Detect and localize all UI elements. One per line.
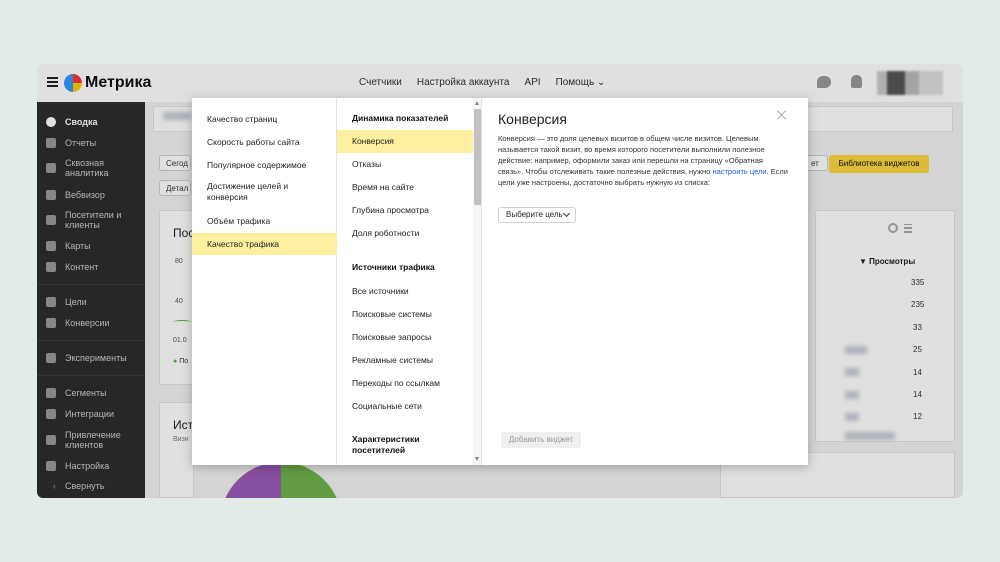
category-site-speed[interactable]: Скорость работы сайта: [192, 135, 337, 149]
widget-bounces[interactable]: Отказы: [337, 157, 473, 171]
widget-robots[interactable]: Доля роботности: [337, 226, 473, 240]
widget-all-sources[interactable]: Все источники: [337, 284, 473, 298]
scrollbar-thumb[interactable]: [474, 109, 481, 205]
widget-title: Конверсия: [498, 111, 567, 127]
widget-search-queries[interactable]: Поисковые запросы: [337, 330, 473, 344]
category-column: Качество страниц Скорость работы сайта П…: [192, 98, 337, 465]
widget-search-engines[interactable]: Поисковые системы: [337, 307, 473, 321]
widget-list-column: Динамика показателей Конверсия Отказы Вр…: [337, 98, 473, 465]
widget-ad-systems[interactable]: Рекламные системы: [337, 353, 473, 367]
widget-link-referrals[interactable]: Переходы по ссылкам: [337, 376, 473, 390]
category-goals-conversion[interactable]: Достижение целей и конверсия: [192, 180, 337, 204]
category-page-quality[interactable]: Качество страниц: [192, 112, 337, 126]
widget-picker-modal: Качество страниц Скорость работы сайта П…: [192, 98, 808, 465]
category-traffic-quality[interactable]: Качество трафика: [192, 233, 337, 255]
add-widget-button[interactable]: Добавить виджет: [501, 432, 581, 448]
scroll-down-arrow-icon[interactable]: [475, 457, 479, 461]
category-popular-content[interactable]: Популярное содержимое: [192, 158, 337, 172]
goal-select-label: Выберите цель: [506, 210, 563, 219]
category-traffic-volume[interactable]: Объём трафика: [192, 214, 337, 228]
widget-depth[interactable]: Глубина просмотра: [337, 203, 473, 217]
section-sources-heading: Источники трафика: [352, 262, 435, 272]
chevron-down-icon: [562, 209, 571, 218]
section-visitors-heading: Характеристики посетителей: [352, 434, 420, 455]
widget-description: Конверсия — это доля целевых визитов в о…: [498, 133, 788, 188]
section-dynamics-heading: Динамика показателей: [352, 113, 449, 123]
widget-time-on-site[interactable]: Время на сайте: [337, 180, 473, 194]
widget-social-networks[interactable]: Социальные сети: [337, 399, 473, 413]
setup-goals-link[interactable]: настроить цели: [712, 167, 766, 176]
scroll-up-arrow-icon[interactable]: [475, 101, 479, 105]
close-icon[interactable]: [777, 110, 787, 120]
widget-conversion[interactable]: Конверсия: [337, 130, 473, 153]
widget-list-scrollbar[interactable]: [473, 98, 482, 465]
category-label: Достижение целей и конверсия: [207, 181, 289, 202]
widget-details-panel: Конверсия Конверсия — это доля целевых в…: [482, 98, 808, 465]
goal-select[interactable]: Выберите цель: [498, 207, 576, 223]
